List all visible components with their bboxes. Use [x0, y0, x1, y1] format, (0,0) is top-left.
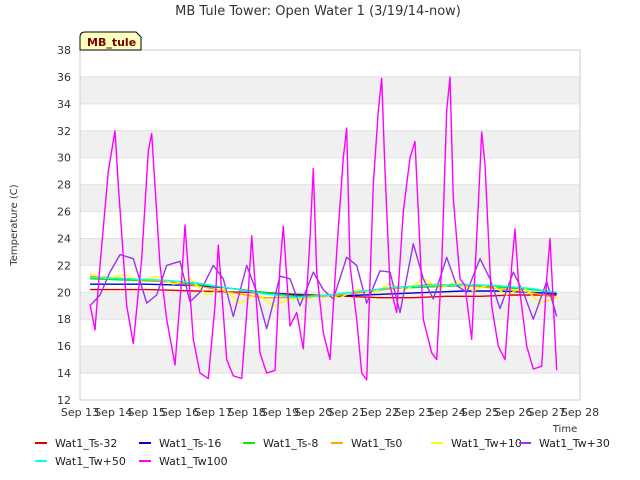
x-axis-label: Time: [552, 424, 577, 435]
grid-band: [80, 76, 580, 104]
grid-band: [80, 238, 580, 266]
y-tick-label: 18: [57, 313, 71, 326]
station-tag-label: MB_tule: [87, 36, 136, 49]
legend-label: Wat1_Tw+30: [539, 437, 610, 450]
grid-bands: [80, 49, 580, 401]
y-tick-label: 24: [57, 232, 71, 245]
legend-label: Wat1_Ts0: [351, 437, 402, 450]
y-tick-label: 36: [57, 71, 71, 84]
legend-label: Wat1_Ts-16: [159, 437, 221, 450]
y-tick-label: 32: [57, 125, 71, 138]
chart-title: MB Tule Tower: Open Water 1 (3/19/14-now…: [175, 4, 461, 19]
grid-band: [80, 103, 580, 131]
y-tick-label: 38: [57, 44, 71, 57]
legend-label: Wat1_Tw+50: [55, 455, 126, 468]
grid-band: [80, 50, 580, 77]
station-tag: MB_tule: [79, 31, 142, 51]
y-tick-label: 28: [57, 179, 71, 192]
grid-band: [80, 130, 580, 158]
y-tick-label: 34: [57, 98, 71, 111]
y-tick-label: 26: [57, 206, 71, 219]
legend-label: Wat1_Tw100: [159, 455, 228, 468]
legend-label: Wat1_Ts-8: [263, 437, 318, 450]
grid-band: [80, 319, 580, 347]
y-tick-label: 16: [57, 340, 71, 353]
y-tick-label: 22: [57, 259, 71, 272]
x-tick-label: Sep 28: [561, 406, 599, 419]
legend-label: Wat1_Tw+10: [451, 437, 522, 450]
grid-band: [80, 211, 580, 239]
y-tick-label: 20: [57, 286, 71, 299]
y-axis-label: Temperature (C): [9, 184, 20, 266]
x-tick-labels: Sep 13Sep 14Sep 15Sep 16Sep 17Sep 18Sep …: [61, 406, 599, 419]
y-tick-labels: 1214161820222426283032343638: [57, 44, 71, 407]
y-tick-label: 30: [57, 152, 71, 165]
legend-label: Wat1_Ts-32: [55, 437, 117, 450]
chart-canvas: MB Tule Tower: Open Water 1 (3/19/14-now…: [9, 4, 610, 468]
legend: Wat1_Ts-32 Wat1_Ts-16 Wat1_Ts-8 Wat1_Ts0 Wat…: [35, 437, 610, 468]
grid-band: [80, 373, 580, 400]
y-tick-label: 14: [57, 367, 71, 380]
